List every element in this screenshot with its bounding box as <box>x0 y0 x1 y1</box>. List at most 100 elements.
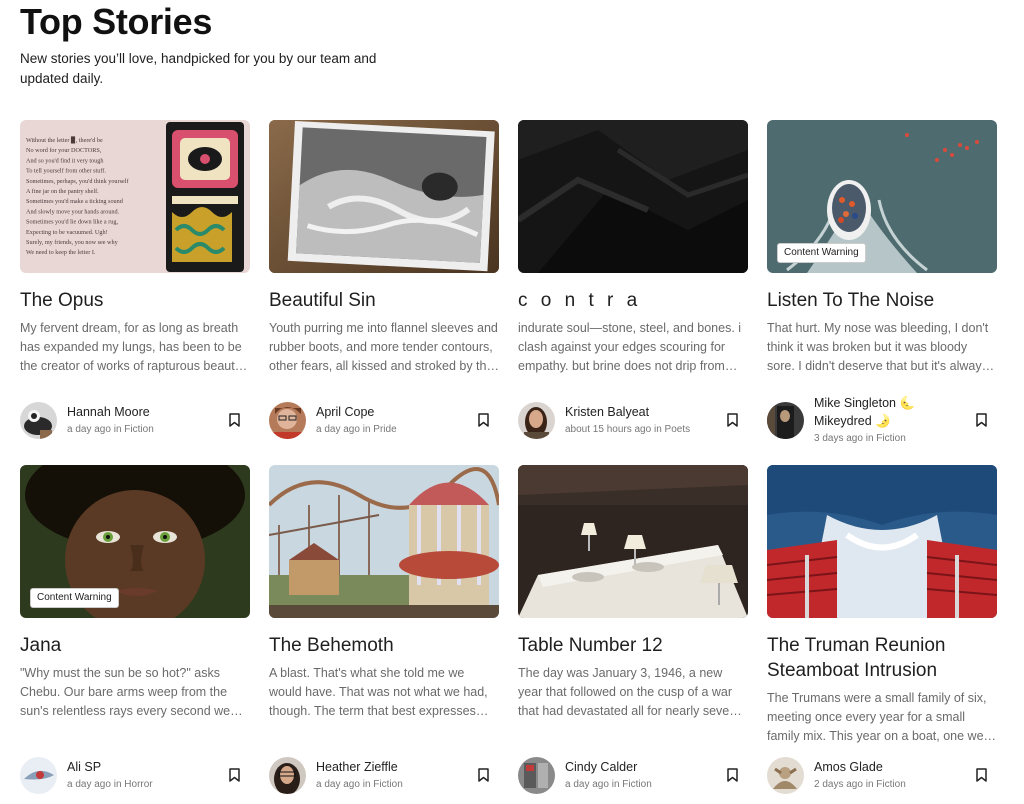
story-title[interactable]: The Behemoth <box>269 633 499 658</box>
story-title[interactable]: Beautiful Sin <box>269 288 499 313</box>
story-excerpt: indurate soul—stone, steel, and bones. i… <box>518 321 742 373</box>
bookmark-icon[interactable] <box>722 765 742 785</box>
author-name[interactable]: Cindy Calder <box>565 758 722 776</box>
author-row: Hannah Moore a day ago in Fiction <box>20 400 250 440</box>
avatar[interactable] <box>767 756 804 794</box>
poem-line: Surely, my friends, you now see why <box>26 239 119 246</box>
story-title[interactable]: The Truman Reunion Steamboat Intrusion <box>767 633 997 683</box>
author-name[interactable]: April Cope <box>316 403 473 421</box>
story-meta: 2 days ago in Fiction <box>814 779 906 790</box>
story-thumbnail[interactable] <box>518 120 748 273</box>
story-card[interactable]: Without the letter ▉, there'd be No word … <box>20 120 250 465</box>
story-title[interactable]: c o n t r a <box>518 288 748 313</box>
story-excerpt: My fervent dream, for as long as breath … <box>20 321 242 373</box>
avatar[interactable] <box>269 401 306 439</box>
restaurant-table-image <box>518 465 748 618</box>
poem-line: Sometimes you'd make a ticking sound <box>26 198 124 205</box>
story-excerpt: Youth purring me into flannel sleeves an… <box>269 321 498 373</box>
story-excerpt: The Trumans were a small family of six, … <box>767 691 987 743</box>
avatar[interactable] <box>269 756 306 794</box>
page-title: Top Stories <box>20 1 213 42</box>
bookmark-icon[interactable] <box>971 765 991 785</box>
poem-line: And slowly move your hands around. <box>26 208 120 215</box>
bookmark-icon[interactable] <box>473 410 493 430</box>
story-title[interactable]: Jana <box>20 633 250 658</box>
story-card[interactable]: c o n t r a indurate soul—stone, steel, … <box>518 120 748 465</box>
story-meta: 3 days ago in Fiction <box>814 433 906 444</box>
author-row: Cindy Calder a day ago in Fiction <box>518 755 748 795</box>
category-link[interactable]: Poets <box>665 424 691 435</box>
avatar[interactable] <box>767 401 804 439</box>
bookmark-icon[interactable] <box>971 410 991 430</box>
poem-line: Expecting to be vacuumed. Ugh! <box>26 229 108 236</box>
amusement-park-image <box>269 465 499 618</box>
poem-page-image: Without the letter ▉, there'd be No word … <box>20 120 250 273</box>
story-meta: about 15 hours ago in Poets <box>565 424 691 435</box>
category-link[interactable]: Fiction <box>373 779 402 790</box>
story-meta: a day ago in Fiction <box>316 779 403 790</box>
category-link[interactable]: Fiction <box>124 424 153 435</box>
category-link[interactable]: Fiction <box>876 779 905 790</box>
author-name[interactable]: Heather Zieffle <box>316 758 473 776</box>
story-title[interactable]: Table Number 12 <box>518 633 748 658</box>
story-card[interactable]: The Truman Reunion Steamboat Intrusion T… <box>767 465 997 804</box>
bookmark-icon[interactable] <box>722 410 742 430</box>
story-card[interactable]: Beautiful Sin Youth purring me into flan… <box>269 120 499 465</box>
story-card[interactable]: Content Warning Jana "Why must the sun b… <box>20 465 250 804</box>
poem-line: To tell yourself from other stuff. <box>26 168 106 175</box>
story-thumbnail[interactable]: Content Warning <box>767 120 997 273</box>
story-grid: Without the letter ▉, there'd be No word … <box>20 120 998 804</box>
poem-line: Without the letter ▉, there'd be <box>26 136 103 144</box>
old-photo-image <box>269 120 499 273</box>
story-thumbnail[interactable]: Content Warning <box>20 465 250 618</box>
dark-stone-image <box>518 120 748 273</box>
story-card[interactable]: Table Number 12 The day was January 3, 1… <box>518 465 748 804</box>
bookmark-icon[interactable] <box>473 765 493 785</box>
author-row: Amos Glade 2 days ago in Fiction <box>767 755 997 795</box>
story-title[interactable]: The Opus <box>20 288 250 313</box>
poem-line: A fine jar on the pantry shelf. <box>26 188 99 195</box>
story-title[interactable]: Listen To The Noise <box>767 288 997 313</box>
author-name[interactable]: Hannah Moore <box>67 403 224 421</box>
content-warning-badge: Content Warning <box>777 243 866 263</box>
story-meta: a day ago in Horror <box>67 779 153 790</box>
category-link[interactable]: Fiction <box>876 433 905 444</box>
author-row: Kristen Balyeat about 15 hours ago in Po… <box>518 400 748 440</box>
page-subtitle: New stories you’ll love, handpicked for … <box>20 51 377 86</box>
author-name[interactable]: Kristen Balyeat <box>565 403 722 421</box>
story-excerpt: "Why must the sun be so hot?" asks Chebu… <box>20 666 231 718</box>
avatar[interactable] <box>20 401 57 439</box>
poem-line: Sometimes, perhaps, you'd think yourself <box>26 178 129 185</box>
story-meta: a day ago in Fiction <box>565 779 652 790</box>
author-name[interactable]: Mike Singleton 🌜 Mikeydred 🌛 <box>814 394 971 430</box>
author-row: Ali SP a day ago in Horror <box>20 755 250 795</box>
category-link[interactable]: Pride <box>373 424 396 435</box>
author-name[interactable]: Amos Glade <box>814 758 971 776</box>
content-warning-badge: Content Warning <box>30 588 119 608</box>
story-thumbnail[interactable] <box>518 465 748 618</box>
author-row: April Cope a day ago in Pride <box>269 400 499 440</box>
bookmark-icon[interactable] <box>224 410 244 430</box>
avatar[interactable] <box>518 401 555 439</box>
story-card[interactable]: The Behemoth A blast. That's what she to… <box>269 465 499 804</box>
avatar[interactable] <box>518 756 555 794</box>
avatar[interactable] <box>20 756 57 794</box>
poem-line: Sometimes you'd lie down like a rug, <box>26 219 118 226</box>
story-excerpt: The day was January 3, 1946, a new year … <box>518 666 737 718</box>
story-thumbnail[interactable]: Without the letter ▉, there'd be No word … <box>20 120 250 273</box>
story-thumbnail[interactable] <box>767 465 997 618</box>
story-meta: a day ago in Pride <box>316 424 397 435</box>
story-excerpt: That hurt. My nose was bleeding, I don't… <box>767 321 989 373</box>
story-excerpt: A blast. That's what she told me we woul… <box>269 666 488 718</box>
author-name[interactable]: Ali SP <box>67 758 224 776</box>
story-card[interactable]: Content Warning Listen To The Noise That… <box>767 120 997 465</box>
bookmark-icon[interactable] <box>224 765 244 785</box>
poem-line: And so you'd find it very tough <box>26 157 104 164</box>
category-link[interactable]: Horror <box>124 779 152 790</box>
story-thumbnail[interactable] <box>269 465 499 618</box>
poem-line: We need to keep the letter I. <box>26 249 96 256</box>
story-meta: a day ago in Fiction <box>67 424 154 435</box>
category-link[interactable]: Fiction <box>622 779 651 790</box>
story-thumbnail[interactable] <box>269 120 499 273</box>
author-row: Heather Zieffle a day ago in Fiction <box>269 755 499 795</box>
